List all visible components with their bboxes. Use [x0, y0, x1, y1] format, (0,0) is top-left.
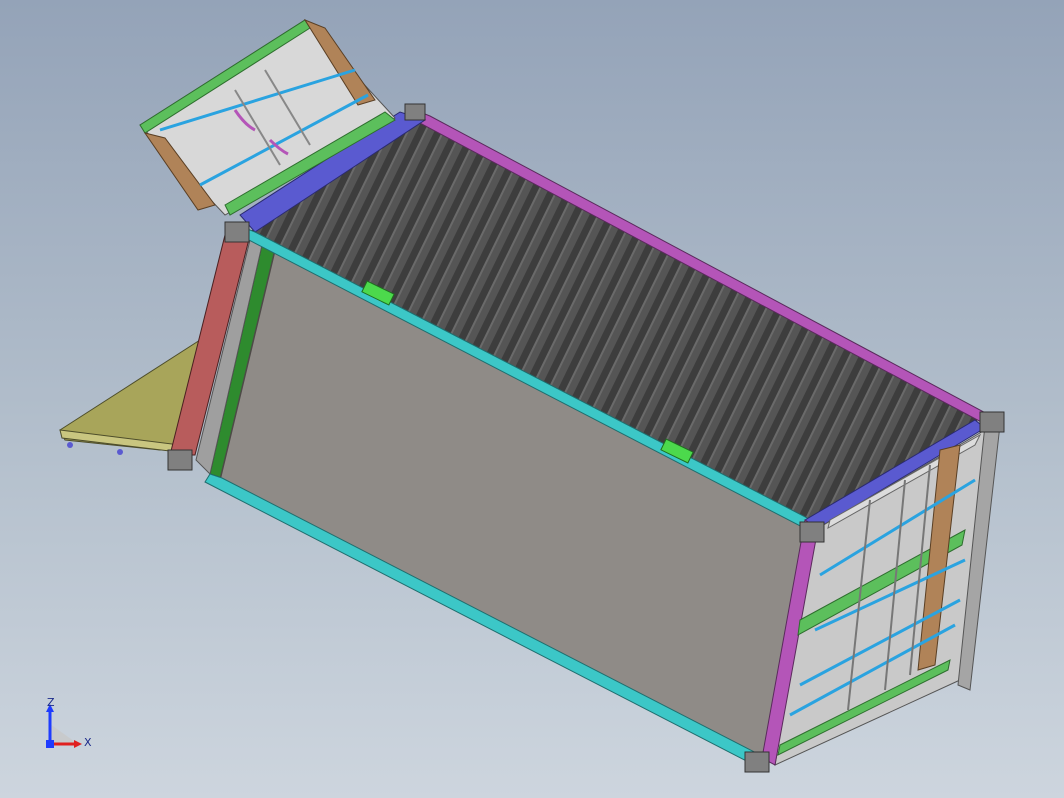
- container-model[interactable]: [0, 0, 1064, 798]
- axis-triad-icon: [46, 704, 82, 748]
- 3d-viewport[interactable]: Z X: [0, 0, 1064, 798]
- coordinate-triad: Z X: [38, 696, 98, 760]
- x-axis-label: X: [84, 736, 92, 749]
- z-axis-label: Z: [47, 696, 55, 709]
